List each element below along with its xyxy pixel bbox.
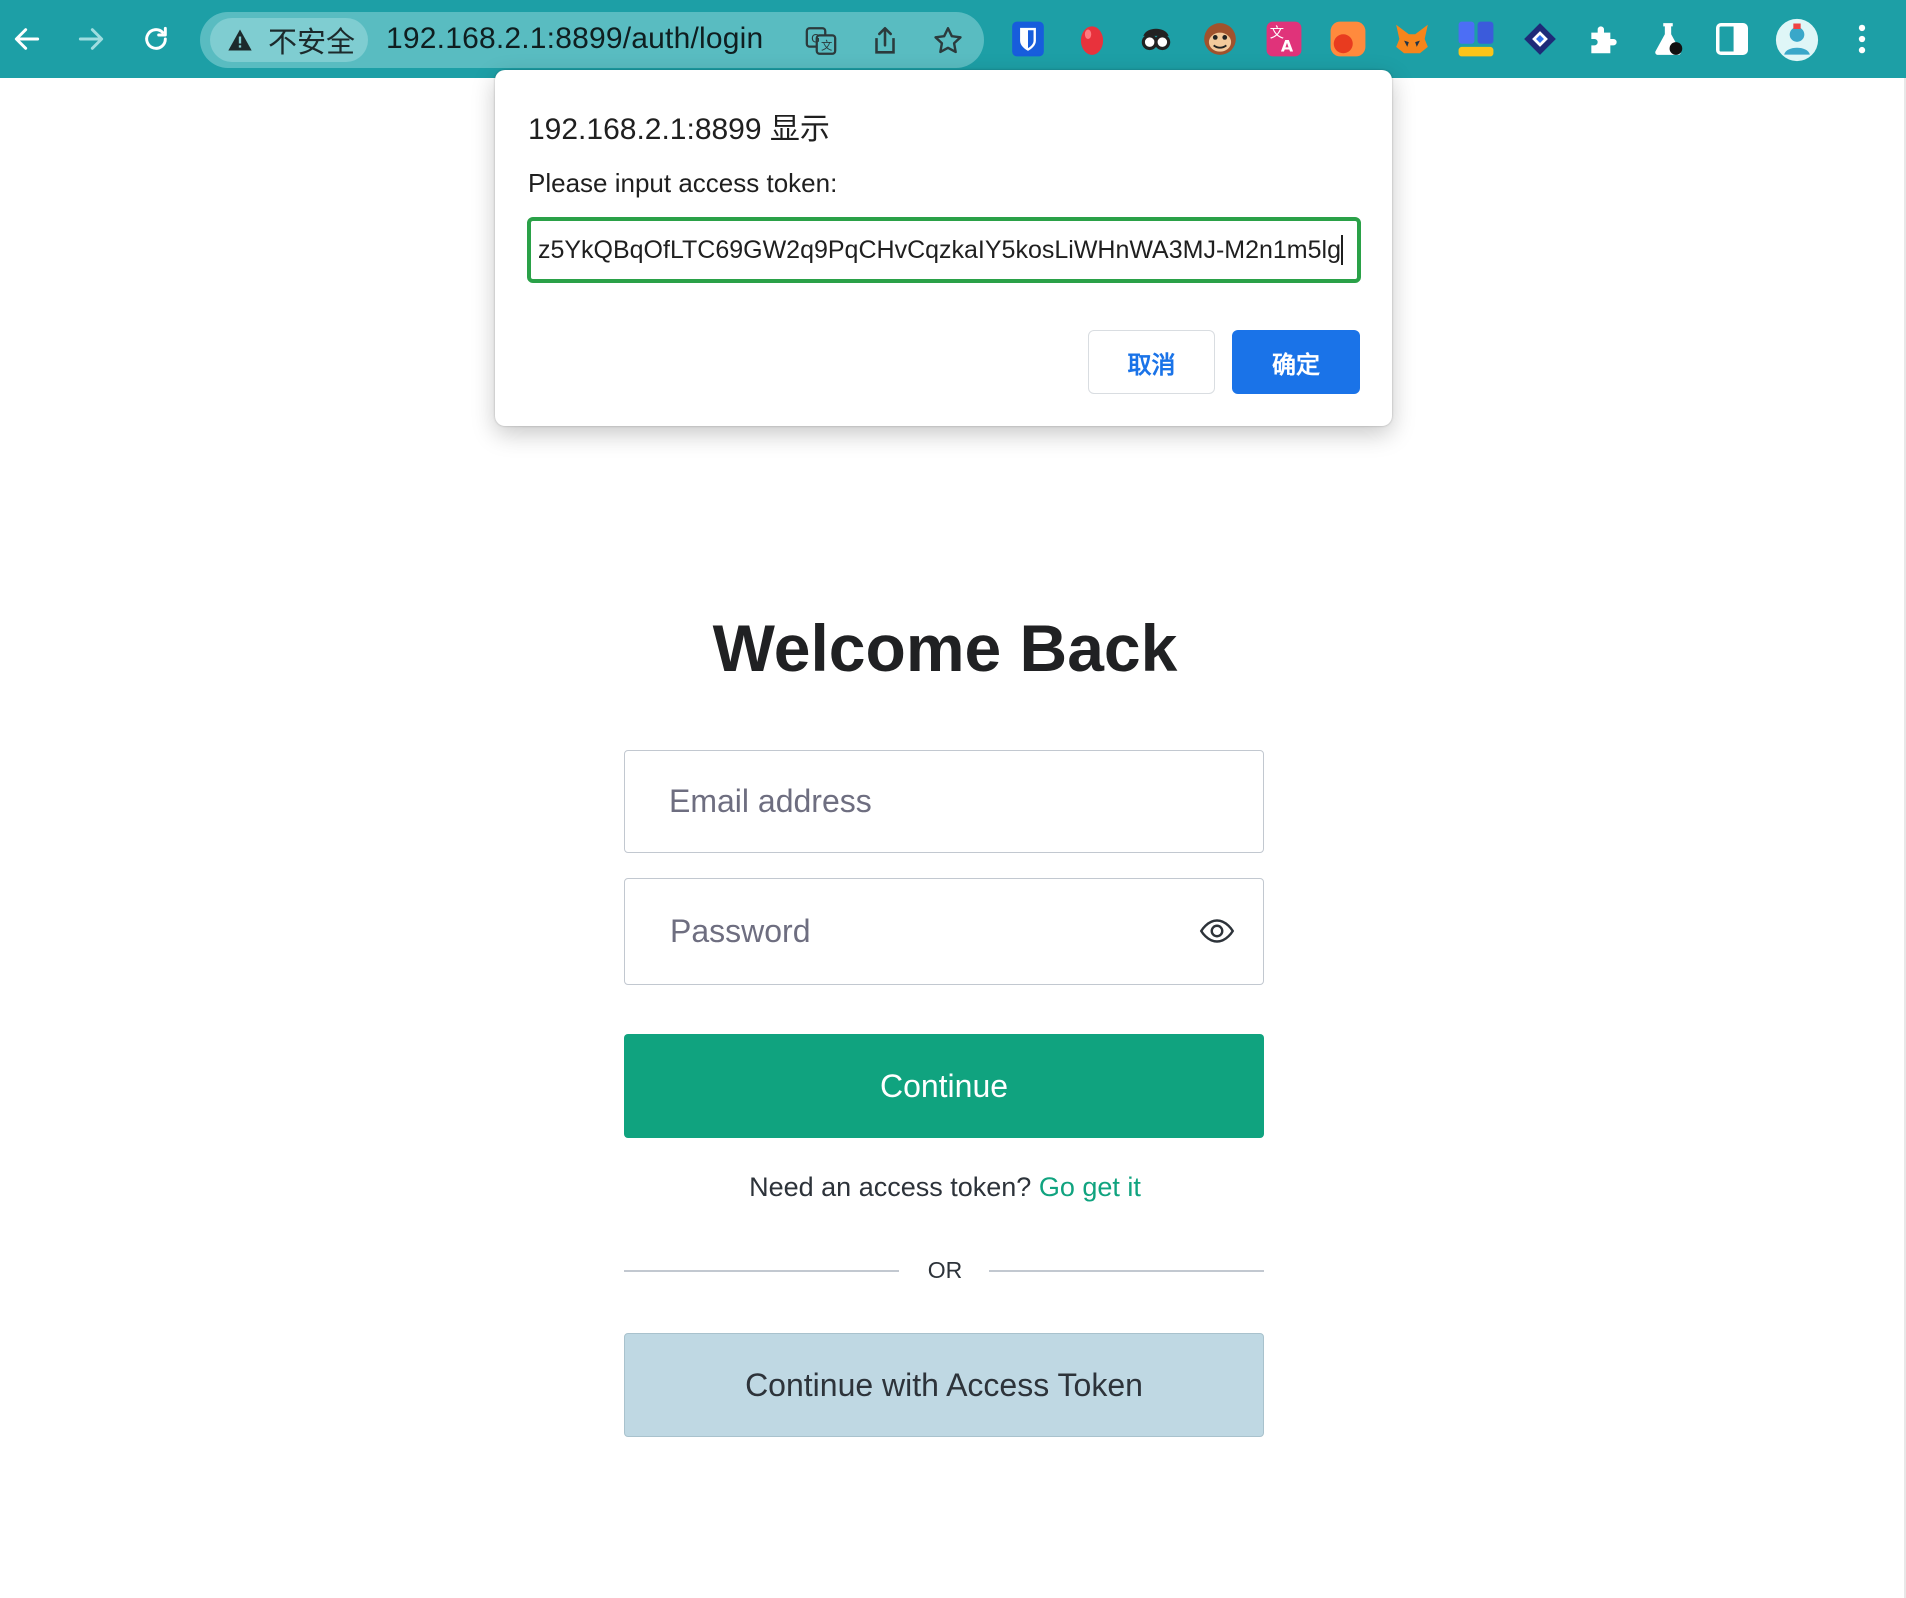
translate-page-icon[interactable]: G 文 [804, 24, 838, 58]
svg-text:A: A [1281, 37, 1294, 56]
dialog-title: 192.168.2.1:8899 显示 [528, 113, 830, 146]
prompt-dialog: 192.168.2.1:8899 显示 Please input access … [495, 70, 1392, 426]
ok-button[interactable]: 确定 [1232, 330, 1360, 394]
address-bar[interactable]: 不安全 192.168.2.1:8899/auth/login G 文 [200, 12, 984, 68]
security-chip[interactable]: 不安全 [210, 18, 368, 62]
continue-button[interactable]: Continue [624, 1034, 1264, 1138]
bookmark-star-icon[interactable] [931, 24, 965, 58]
side-panel-icon[interactable] [1713, 20, 1751, 58]
go-get-it-link[interactable]: Go get it [1039, 1172, 1141, 1202]
reload-button[interactable] [133, 16, 179, 62]
metamask-fox-icon[interactable] [1393, 20, 1431, 58]
or-label: OR [927, 1257, 963, 1283]
orange-app-icon[interactable] [1329, 20, 1367, 58]
continue-with-token-button[interactable]: Continue with Access Token [624, 1333, 1264, 1437]
share-icon[interactable] [868, 24, 902, 58]
bitwarden-icon[interactable] [1009, 20, 1047, 58]
cancel-button[interactable]: 取消 [1088, 330, 1215, 394]
reload-icon [145, 26, 167, 50]
diamond-icon[interactable] [1521, 20, 1559, 58]
blue-tile-icon[interactable] [1457, 20, 1495, 58]
arrow-right-icon [78, 28, 104, 50]
svg-text:文: 文 [821, 39, 832, 53]
warning-icon [228, 29, 252, 51]
email-placeholder: Email address [669, 783, 872, 819]
labs-flask-icon[interactable] [1649, 20, 1687, 58]
divider-right [989, 1270, 1264, 1272]
text-caret [1341, 235, 1343, 265]
browser-toolbar: 不安全 192.168.2.1:8899/auth/login G 文 文 A [0, 0, 1906, 78]
spy-glasses-icon[interactable] [1137, 20, 1175, 58]
need-token-text: Need an access token? [749, 1172, 1032, 1202]
translate-icon[interactable]: 文 A [1265, 20, 1303, 58]
monkey-icon[interactable] [1201, 20, 1239, 58]
password-placeholder: Password [670, 913, 811, 949]
puzzle-extensions-icon[interactable] [1585, 20, 1623, 58]
forward-button[interactable] [68, 16, 114, 62]
token-input[interactable]: z5YkQBqOfLTC69GW2q9PqCHvCqzkaIY5kosLiWHn… [527, 217, 1361, 283]
back-button[interactable] [4, 16, 50, 62]
arrow-left-icon [14, 28, 40, 50]
security-label: 不安全 [268, 25, 356, 59]
red-egg-icon[interactable] [1073, 20, 1111, 58]
svg-text:G: G [811, 31, 820, 45]
more-menu-icon[interactable] [1843, 20, 1881, 58]
profile-avatar[interactable] [1775, 18, 1819, 62]
dialog-message: Please input access token: [528, 168, 838, 198]
url-text[interactable]: 192.168.2.1:8899/auth/login [386, 22, 763, 56]
token-input-value: z5YkQBqOfLTC69GW2q9PqCHvCqzkaIY5kosLiWHn… [537, 236, 1341, 264]
need-token-row: Need an access token? Go get it [0, 1172, 1890, 1203]
password-field[interactable]: Password [624, 878, 1264, 985]
show-password-eye-icon[interactable] [1197, 913, 1237, 949]
page-title: Welcome Back [712, 611, 1178, 685]
email-field[interactable]: Email address [624, 750, 1264, 853]
